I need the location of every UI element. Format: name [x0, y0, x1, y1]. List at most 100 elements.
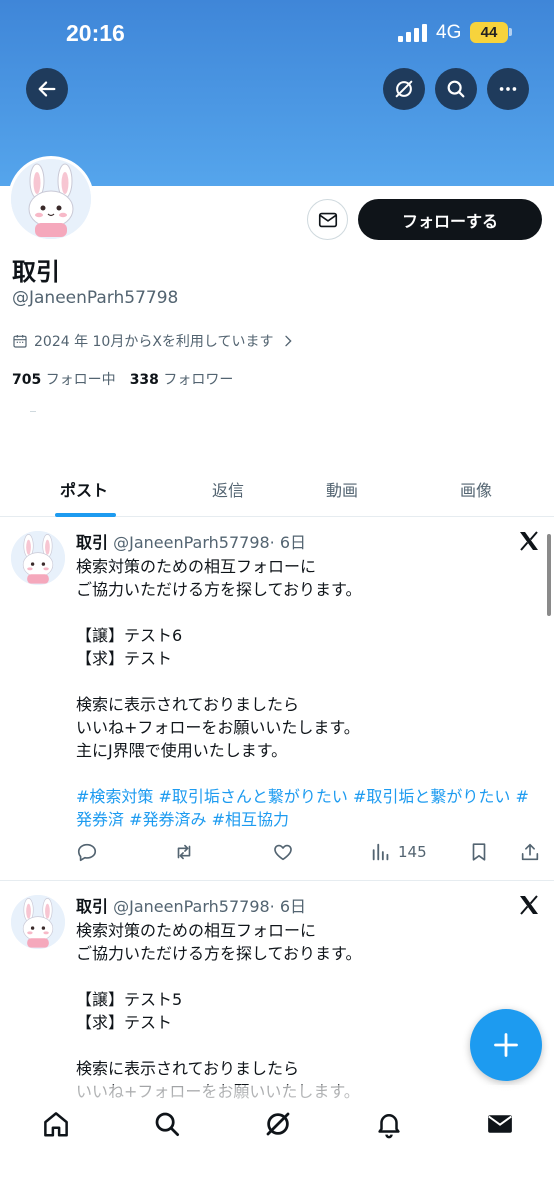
- scrollbar[interactable]: [547, 534, 551, 616]
- tweet-line: 検索対策のための相互フォローに: [76, 921, 317, 940]
- tweet-line: [76, 601, 546, 624]
- bar-chart-icon: [372, 843, 389, 861]
- grok-button[interactable]: [383, 68, 425, 110]
- bunny-avatar-icon: [11, 895, 65, 949]
- battery-tip: [509, 28, 512, 36]
- chevron-right-icon: [284, 335, 292, 347]
- profile-avatar[interactable]: [8, 156, 94, 242]
- profile-handle: @JaneenParh57798: [12, 288, 179, 308]
- grok-icon: [266, 1112, 290, 1136]
- tweet-time: · 6日: [269, 897, 307, 916]
- grok-icon: [395, 80, 413, 98]
- tweet-header: 取引 @JaneenParh57798· 6日: [76, 529, 306, 553]
- share-icon: [521, 843, 539, 861]
- tweet-line: 主にJ界隈で使用いたします。: [76, 741, 288, 760]
- profile-tabs: ポスト 返信 動画 画像: [0, 466, 554, 517]
- follow-button[interactable]: フォローする: [358, 199, 542, 240]
- tweet-line: 【譲】テスト5: [76, 990, 183, 1009]
- bunny-avatar-icon: [11, 159, 91, 239]
- tab-replies[interactable]: 返信: [212, 477, 244, 501]
- tweet-line: ご協力いただける方を探しております。: [76, 580, 362, 599]
- network-label: 4G: [436, 22, 462, 43]
- more-icon: [499, 87, 517, 91]
- battery-icon: 44: [470, 22, 508, 43]
- search-icon: [447, 80, 465, 98]
- tweet[interactable]: 取引 @JaneenParh57798· 6日 検索対策のための相互フォローに …: [0, 881, 554, 1101]
- tweet[interactable]: 取引 @JaneenParh57798· 6日 検索対策のための相互フォローに …: [0, 517, 554, 881]
- mail-icon: [318, 212, 337, 227]
- following-count: 705: [12, 372, 42, 388]
- nav-messages[interactable]: [485, 1108, 515, 1140]
- arrow-left-icon: [38, 81, 56, 97]
- more-button[interactable]: [487, 68, 529, 110]
- home-icon: [44, 1112, 68, 1137]
- nav-search[interactable]: [152, 1108, 182, 1140]
- repost-button[interactable]: [173, 839, 195, 865]
- message-button[interactable]: [307, 199, 348, 240]
- tweet-author-handle[interactable]: @JaneenParh57798: [113, 897, 270, 916]
- tweet-line: 【譲】テスト6: [76, 626, 183, 645]
- bookmark-icon: [472, 843, 486, 861]
- joined-date[interactable]: 2024 年 10月からXを利用しています: [12, 331, 296, 351]
- search-button[interactable]: [435, 68, 477, 110]
- plus-icon: [494, 1033, 518, 1057]
- nav-home[interactable]: [41, 1108, 71, 1140]
- tweet-line: 検索対策のための相互フォローに: [76, 557, 317, 576]
- bunny-avatar-icon: [11, 531, 65, 585]
- share-button[interactable]: [519, 839, 541, 865]
- tweet-author-handle[interactable]: @JaneenParh57798: [113, 533, 270, 552]
- joined-label: 2024 年 10月からXを利用しています: [34, 334, 274, 350]
- tweet-line: [76, 670, 546, 693]
- nav-grok[interactable]: [263, 1108, 293, 1140]
- tweet-actions: 145: [76, 839, 546, 867]
- reply-icon: [77, 843, 97, 862]
- status-time: 20:16: [66, 20, 125, 46]
- heart-icon: [274, 844, 292, 861]
- tweet-text: 検索対策のための相互フォローに ご協力いただける方を探しております。 【譲】テス…: [76, 555, 546, 831]
- search-icon: [155, 1112, 179, 1136]
- tab-videos[interactable]: 動画: [326, 477, 358, 501]
- like-button[interactable]: [272, 839, 294, 865]
- followers-link[interactable]: 338 フォロワー: [130, 372, 234, 388]
- tweet-line: [76, 762, 546, 785]
- followers-label: フォロワー: [163, 372, 234, 388]
- bottom-nav-bar: [0, 1085, 554, 1200]
- tweet-line: いいね+フォローをお願いいたします。: [76, 718, 360, 737]
- bell-icon: [378, 1114, 400, 1139]
- tweet-time: · 6日: [269, 533, 307, 552]
- status-bar: 20:16 4G 44: [0, 0, 554, 62]
- bookmark-button[interactable]: [468, 839, 490, 865]
- separator-mark: [30, 411, 36, 412]
- reply-button[interactable]: [76, 839, 98, 865]
- tweet-author-name[interactable]: 取引: [76, 897, 108, 916]
- profile-name: 取引: [12, 258, 60, 286]
- tweet-line: 検索に表示されておりましたら: [76, 695, 300, 714]
- tweet-text: 検索対策のための相互フォローに ご協力いただける方を探しております。 【譲】テス…: [76, 919, 546, 1103]
- tweet-avatar[interactable]: [11, 531, 65, 585]
- tweet-header: 取引 @JaneenParh57798· 6日: [76, 893, 306, 917]
- tab-images[interactable]: 画像: [460, 477, 492, 501]
- tweet-author-name[interactable]: 取引: [76, 533, 108, 552]
- hashtags[interactable]: 発券済 #発券済み #相互協力: [76, 808, 546, 831]
- signal-icon: [398, 24, 427, 42]
- following-label: フォロー中: [45, 372, 116, 388]
- views-count: 145: [398, 843, 427, 861]
- calendar-icon: [13, 335, 27, 348]
- x-logo-icon: [520, 531, 538, 551]
- following-link[interactable]: 705 フォロー中: [12, 372, 116, 388]
- tweet-avatar[interactable]: [11, 895, 65, 949]
- hashtags[interactable]: #検索対策 #取引垢さんと繋がりたい #取引垢と繋がりたい #: [76, 785, 546, 808]
- views-button[interactable]: 145: [370, 839, 427, 865]
- followers-count: 338: [129, 372, 159, 388]
- compose-button[interactable]: [470, 1009, 542, 1081]
- tab-posts[interactable]: ポスト: [60, 477, 108, 501]
- back-button[interactable]: [26, 68, 68, 110]
- tweet-line: [76, 965, 546, 988]
- mail-icon: [488, 1115, 512, 1133]
- repost-icon: [177, 844, 191, 860]
- tweet-line: 【求】テスト: [76, 649, 173, 668]
- nav-notifications[interactable]: [374, 1108, 404, 1140]
- tweet-line: ご協力いただける方を探しております。: [76, 944, 362, 963]
- x-logo-icon: [520, 895, 538, 915]
- follow-stats: 705 フォロー中 338 フォロワー: [12, 369, 233, 389]
